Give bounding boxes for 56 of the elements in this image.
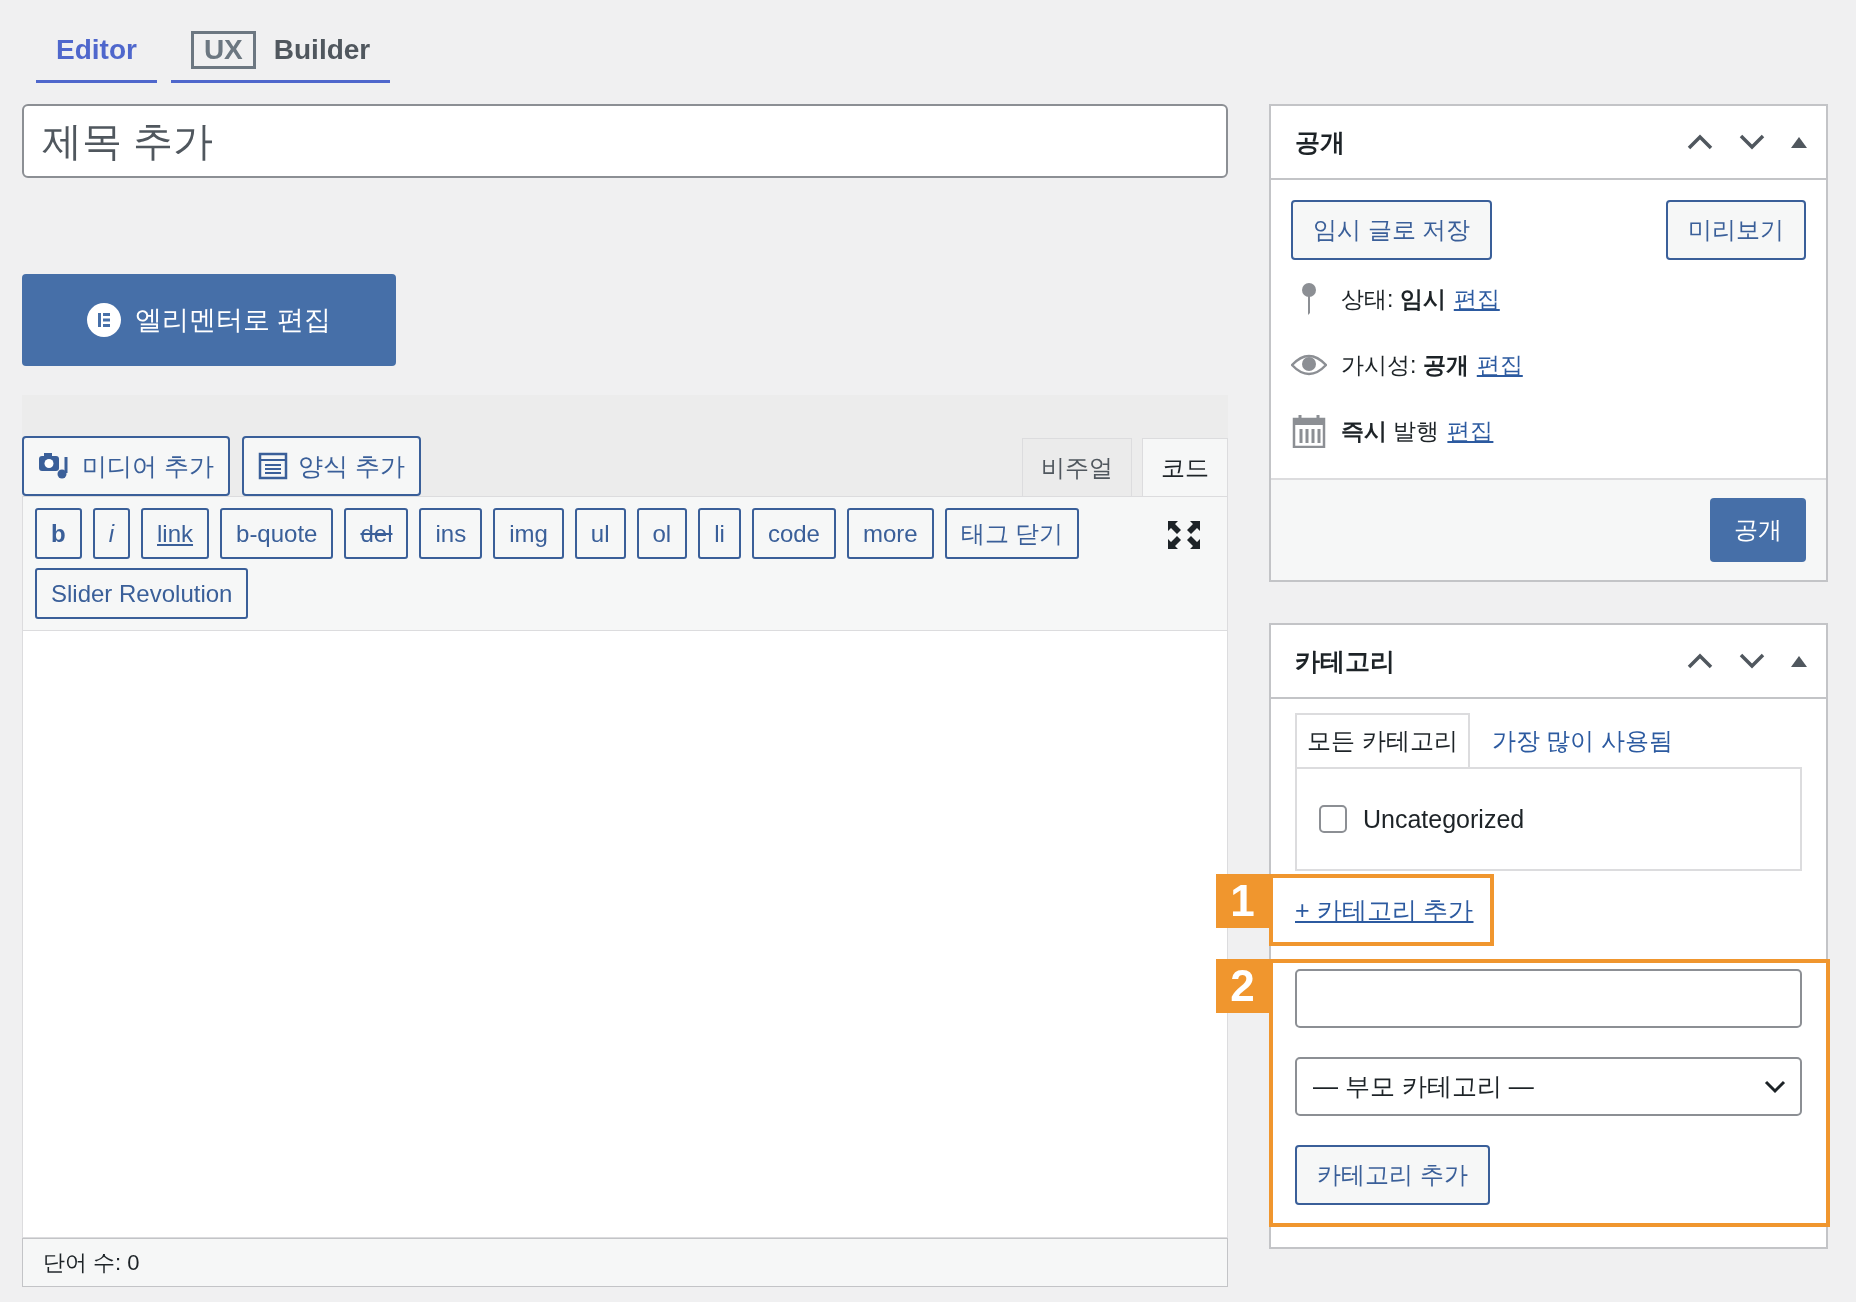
editor-tab[interactable]: UX Builder bbox=[170, 20, 391, 83]
calendar-icon bbox=[1291, 414, 1327, 448]
category-tab[interactable]: 가장 많이 사용됨 bbox=[1479, 713, 1685, 767]
quicktag-button[interactable]: b-quote bbox=[220, 508, 334, 559]
chevron-down-icon[interactable] bbox=[1738, 652, 1766, 670]
add-category-link[interactable]: + 카테고리 추가 bbox=[1295, 893, 1474, 927]
step-number-badge: 1 bbox=[1216, 874, 1269, 928]
quicktag-button[interactable]: i bbox=[92, 508, 130, 559]
category-tab[interactable]: 모든 카테고리 bbox=[1295, 713, 1470, 767]
form-icon bbox=[257, 452, 288, 480]
chevron-down-icon[interactable] bbox=[1738, 133, 1766, 151]
panel-title: 카테고리 bbox=[1295, 645, 1395, 677]
quicktag-button[interactable]: img bbox=[493, 508, 564, 559]
triangle-up-icon[interactable] bbox=[1790, 135, 1808, 149]
edit-link[interactable]: 편집 bbox=[1453, 283, 1500, 315]
publish-info-text: 상태: 임시 bbox=[1341, 284, 1446, 314]
quicktag-button[interactable]: li bbox=[698, 508, 741, 559]
triangle-up-icon[interactable] bbox=[1790, 654, 1808, 668]
quicktag-button[interactable]: ins bbox=[419, 508, 483, 559]
eye-icon bbox=[1291, 353, 1327, 377]
chevron-up-icon[interactable] bbox=[1686, 652, 1714, 670]
quicktag-button[interactable]: code bbox=[751, 508, 836, 559]
chevron-up-icon[interactable] bbox=[1686, 133, 1714, 151]
editor-mode-tab[interactable]: 비주얼 bbox=[1022, 438, 1132, 496]
preview-button[interactable]: 미리보기 bbox=[1666, 200, 1806, 260]
media-toolbar-button[interactable]: 양식 추가 bbox=[241, 436, 421, 496]
media-toolbar-button[interactable]: 미디어 추가 bbox=[22, 436, 230, 496]
quicktag-button[interactable]: Slider Revolution bbox=[35, 568, 249, 619]
publish-info-text: 가시성: 공개 bbox=[1341, 350, 1469, 380]
publish-button[interactable]: 공개 bbox=[1710, 498, 1806, 562]
edit-link[interactable]: 편집 bbox=[1476, 349, 1523, 381]
elementor-logo-icon bbox=[86, 303, 121, 337]
quicktag-button[interactable]: b bbox=[35, 508, 82, 559]
word-count: 단어 수: 0 bbox=[43, 1248, 140, 1277]
editor-mode-tab[interactable]: 코드 bbox=[1142, 438, 1228, 496]
editor-tab[interactable]: Editor bbox=[36, 20, 157, 83]
category-checkbox[interactable] bbox=[1319, 805, 1347, 833]
parent-category-select[interactable]: — 부모 카테고리 — bbox=[1295, 1057, 1802, 1116]
save-draft-button[interactable]: 임시 글로 저장 bbox=[1291, 200, 1493, 260]
fullscreen-icon[interactable] bbox=[1167, 520, 1201, 550]
add-category-button[interactable]: 카테고리 추가 bbox=[1295, 1145, 1490, 1205]
quicktag-button[interactable]: link bbox=[141, 508, 210, 559]
category-label: Uncategorized bbox=[1363, 804, 1525, 834]
title-field[interactable]: 제목 추가 bbox=[22, 104, 1228, 178]
chevron-down-icon bbox=[1764, 1079, 1786, 1094]
quicktag-button[interactable]: 태그 닫기 bbox=[944, 508, 1080, 559]
step-number-badge: 2 bbox=[1216, 959, 1269, 1013]
panel-title: 공개 bbox=[1295, 126, 1345, 158]
quicktag-button[interactable]: ol bbox=[636, 508, 688, 559]
quicktag-button[interactable]: ul bbox=[574, 508, 626, 559]
elementor-edit-button[interactable]: 엘리멘터로 편집 bbox=[22, 274, 396, 366]
quicktag-button[interactable]: more bbox=[846, 508, 934, 559]
publish-info-text: 즉시 발행 bbox=[1341, 416, 1440, 446]
edit-link[interactable]: 편집 bbox=[1447, 415, 1494, 447]
new-category-field[interactable] bbox=[1295, 969, 1802, 1028]
quicktag-button[interactable]: del bbox=[344, 508, 409, 559]
